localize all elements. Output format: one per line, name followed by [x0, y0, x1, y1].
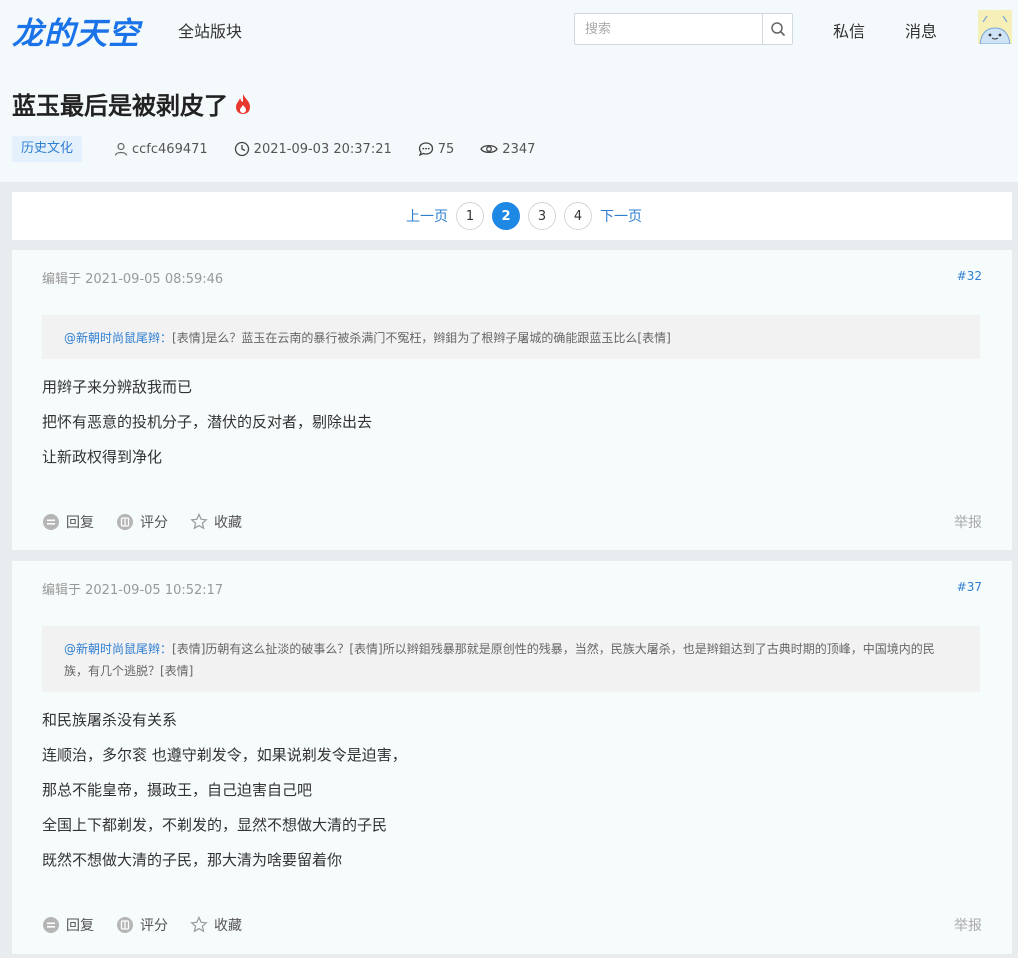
- post-line: 那总不能皇帝，摄政王，自己迫害自己吧: [42, 781, 313, 799]
- reply-label: 回复: [66, 918, 94, 934]
- nav-private-message[interactable]: 私信: [833, 18, 865, 42]
- quote-user[interactable]: @新朝时尚鼠尾辫：: [64, 331, 172, 345]
- page-4[interactable]: 4: [564, 202, 592, 230]
- rate-button[interactable]: 评分: [116, 512, 168, 532]
- star-icon: [190, 513, 208, 530]
- avatar-image: [978, 10, 1012, 44]
- search-icon: [770, 22, 785, 37]
- favorite-button[interactable]: 收藏: [190, 512, 242, 532]
- page-3[interactable]: 3: [528, 202, 556, 230]
- pagination: 上一页 1 2 3 4 下一页: [406, 202, 642, 230]
- view-count-value: 2347: [502, 141, 536, 157]
- reply-count: 75: [418, 141, 455, 157]
- post-edit-time: 编辑于 2021-09-05 08:59:46: [42, 272, 224, 287]
- quote-text: [表情]是么？蓝玉在云南的暴行被杀满门不冤枉，辫鉬为了根辫子屠城的确能跟蓝玉比么…: [172, 331, 671, 345]
- user-avatar[interactable]: [978, 10, 1012, 44]
- post-floor-32: 编辑于 2021-09-05 08:59:46 #32 @新朝时尚鼠尾辫：[表情…: [12, 250, 1012, 550]
- site-logo[interactable]: 龙的天空: [12, 8, 140, 53]
- floor-number[interactable]: #32: [957, 269, 982, 283]
- post-edit-time: 编辑于 2021-09-05 10:52:17: [42, 583, 224, 598]
- clock-icon: [234, 141, 249, 157]
- quote-block: @新朝时尚鼠尾辫：[表情]历朝有这么扯淡的破事么？[表情]所以辫鉬残暴那就是原创…: [42, 626, 980, 692]
- search-input[interactable]: [575, 14, 762, 44]
- thread-title-text: 蓝玉最后是被剥皮了: [12, 92, 228, 120]
- reply-icon: [43, 514, 59, 530]
- thread-meta: 历史文化 ccfc469471 2021-09-03 20:37:21 75 2…: [12, 136, 535, 162]
- report-button[interactable]: 举报: [954, 915, 982, 935]
- quote-block: @新朝时尚鼠尾辫：[表情]是么？蓝玉在云南的暴行被杀满门不冤枉，辫鉬为了根辫子屠…: [42, 315, 980, 359]
- nav-notifications[interactable]: 消息: [905, 18, 937, 42]
- post-floor-37: 编辑于 2021-09-05 10:52:17 #37 @新朝时尚鼠尾辫：[表情…: [12, 561, 1012, 954]
- hot-fire-icon: [236, 93, 250, 114]
- rate-icon: [117, 514, 133, 530]
- author-info: ccfc469471: [114, 142, 208, 157]
- eye-icon: [480, 144, 499, 154]
- post-actions: 回复 评分 收藏: [42, 512, 264, 532]
- search-box: [574, 13, 793, 45]
- rate-label: 评分: [140, 918, 168, 934]
- user-icon: [114, 142, 128, 156]
- page-2-current[interactable]: 2: [492, 202, 520, 230]
- category-tag[interactable]: 历史文化: [12, 136, 83, 162]
- favorite-label: 收藏: [214, 515, 242, 531]
- reply-icon: [43, 917, 59, 933]
- pagination-bar: 上一页 1 2 3 4 下一页: [12, 192, 1012, 240]
- rate-button[interactable]: 评分: [116, 915, 168, 935]
- post-line: 把怀有恶意的投机分子，潜伏的反对者，剔除出去: [42, 413, 373, 431]
- reply-button[interactable]: 回复: [42, 915, 94, 935]
- page-header: 龙的天空 全站版块 私信 消息 蓝玉最后是被剥皮了 历史文化: [0, 0, 1018, 182]
- post-line: 全国上下都剃发，不剃发的，显然不想做大清的子民: [42, 816, 388, 834]
- favorite-button[interactable]: 收藏: [190, 915, 242, 935]
- quote-text: [表情]历朝有这么扯淡的破事么？[表情]所以辫鉬残暴那就是原创性的残暴，当然，民…: [64, 642, 935, 678]
- reply-label: 回复: [66, 515, 94, 531]
- post-line: 让新政权得到净化: [42, 448, 163, 466]
- thread-title: 蓝玉最后是被剥皮了: [12, 86, 252, 121]
- post-line: 和民族屠杀没有关系: [42, 711, 178, 729]
- floor-number[interactable]: #37: [957, 580, 982, 594]
- quote-user[interactable]: @新朝时尚鼠尾辫：: [64, 642, 172, 656]
- post-line: 用辫子来分辨敌我而已: [42, 378, 193, 396]
- reply-count-value: 75: [437, 141, 455, 157]
- post-date: 2021-09-03 20:37:21: [234, 141, 392, 157]
- rate-icon: [117, 917, 133, 933]
- star-icon: [190, 916, 208, 933]
- post-line: 连顺治，多尔衮 也遵守剃发令，如果说剃发令是迫害，: [42, 746, 407, 764]
- post-line: 既然不想做大清的子民，那大清为啥要留着你: [42, 851, 343, 869]
- post-datetime: 2021-09-03 20:37:21: [253, 141, 392, 157]
- favorite-label: 收藏: [214, 918, 242, 934]
- page-1[interactable]: 1: [456, 202, 484, 230]
- reply-button[interactable]: 回复: [42, 512, 94, 532]
- comment-icon: [418, 142, 433, 157]
- search-button[interactable]: [762, 14, 792, 44]
- next-page-link[interactable]: 下一页: [600, 206, 642, 226]
- nav-all-boards[interactable]: 全站版块: [178, 18, 242, 42]
- author-name[interactable]: ccfc469471: [132, 142, 208, 157]
- prev-page-link[interactable]: 上一页: [406, 206, 448, 226]
- view-count: 2347: [480, 142, 535, 157]
- report-button[interactable]: 举报: [954, 512, 982, 532]
- rate-label: 评分: [140, 515, 168, 531]
- post-actions: 回复 评分 收藏: [42, 915, 264, 935]
